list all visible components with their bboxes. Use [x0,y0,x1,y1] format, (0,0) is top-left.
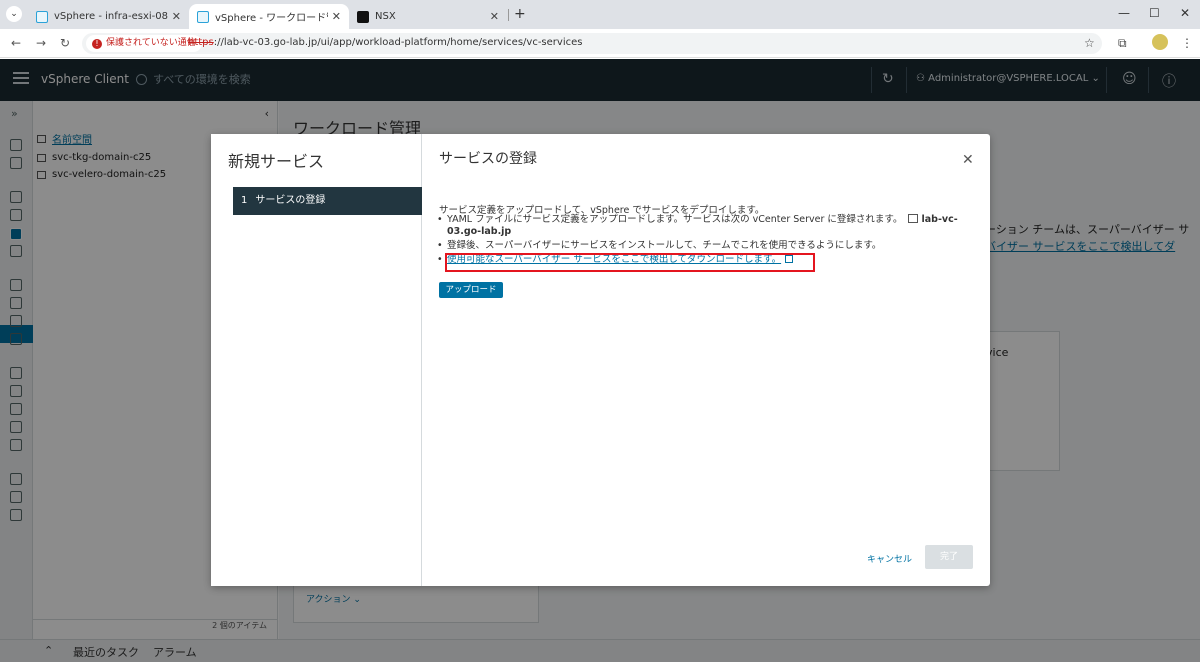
wizard-title: 新規サービス [228,152,325,171]
omnibox[interactable]: ! 保護されていない通信 https://lab-vc-03.go-lab.jp… [82,33,1102,54]
reload-icon[interactable]: ↻ [60,36,70,50]
browser-tab-label: NSX [375,11,396,22]
browser-tab-label: vSphere - infra-esxi-08.go-lab.jp [54,11,168,22]
close-icon[interactable]: ✕ [172,10,181,23]
bookmark-star-icon[interactable]: ☆ [1084,36,1095,50]
step-number: 1 [241,195,248,206]
forward-arrow-icon[interactable]: → [36,36,46,50]
url-rest: ://lab-vc-03.go-lab.jp/ui/app/workload-p… [213,37,583,48]
tab-search-chevron-icon[interactable]: ⌄ [6,6,22,22]
instruction-item: 登録後、スーパーバイザーにサービスをインストールして、チームでこれを使用できるよ… [437,240,967,252]
extensions-puzzle-icon[interactable]: ⧉ [1118,36,1127,51]
browser-tab-2-active[interactable]: vSphere - ワークロード管理 ✕ [189,4,349,29]
browser-menu-icon[interactable]: ⋮ [1181,36,1193,50]
vsphere-favicon-icon [36,10,48,23]
close-icon[interactable]: ✕ [332,10,341,23]
bullet-1-text: YAML ファイルにサービス定義をアップロードします。サービスは次の vCent… [447,214,903,225]
highlight-box [445,253,815,272]
window-close-icon[interactable]: ✕ [1180,6,1190,20]
url-scheme: https [188,37,214,48]
step-label: サービスの登録 [255,195,326,206]
maximize-icon[interactable]: ☐ [1149,6,1160,20]
close-icon[interactable]: ✕ [490,10,499,23]
new-service-wizard: 新規サービス 1 サービスの登録 サービスの登録 ✕ サービス定義をアップロードし… [211,134,990,586]
close-icon[interactable]: ✕ [962,152,974,168]
vsphere-favicon-icon [197,10,209,23]
insecure-connection-chip[interactable]: ! 保護されていない通信 [86,35,202,52]
minimize-icon[interactable]: — [1118,6,1130,20]
profile-avatar[interactable] [1152,34,1168,50]
url-text[interactable]: https://lab-vc-03.go-lab.jp/ui/app/workl… [188,37,582,48]
section-title: サービスの登録 [439,151,537,167]
wizard-step-register-service[interactable]: 1 サービスの登録 [233,187,422,215]
new-tab-plus-icon[interactable]: + [514,6,526,22]
browser-tab-label: vSphere - ワークロード管理 [215,13,328,24]
instruction-item: YAML ファイルにサービス定義をアップロードします。サービスは次の vCent… [437,214,967,238]
insecure-label: 保護されていない通信 [106,38,196,48]
browser-tab-1[interactable]: vSphere - infra-esxi-08.go-lab.jp ✕ [28,4,189,29]
wizard-steps-panel: 新規サービス 1 サービスの登録 [211,134,422,586]
tab-divider [508,9,509,21]
address-bar: ← → ↻ ! 保護されていない通信 https://lab-vc-03.go-… [0,29,1200,58]
finish-button[interactable]: 完了 [925,545,973,569]
back-arrow-icon[interactable]: ← [11,36,21,50]
nsx-favicon-icon [357,10,369,23]
cancel-button[interactable]: キャンセル [867,552,912,565]
warning-icon: ! [92,38,102,49]
browser-tab-strip: ⌄ vSphere - infra-esxi-08.go-lab.jp ✕ vS… [0,0,1200,29]
bullet-2-text: 登録後、スーパーバイザーにサービスをインストールして、チームでこれを使用できるよ… [447,240,882,251]
vcenter-icon [908,214,919,223]
browser-tab-3[interactable]: NSX ✕ [349,4,507,29]
upload-button[interactable]: アップロード [439,282,503,298]
